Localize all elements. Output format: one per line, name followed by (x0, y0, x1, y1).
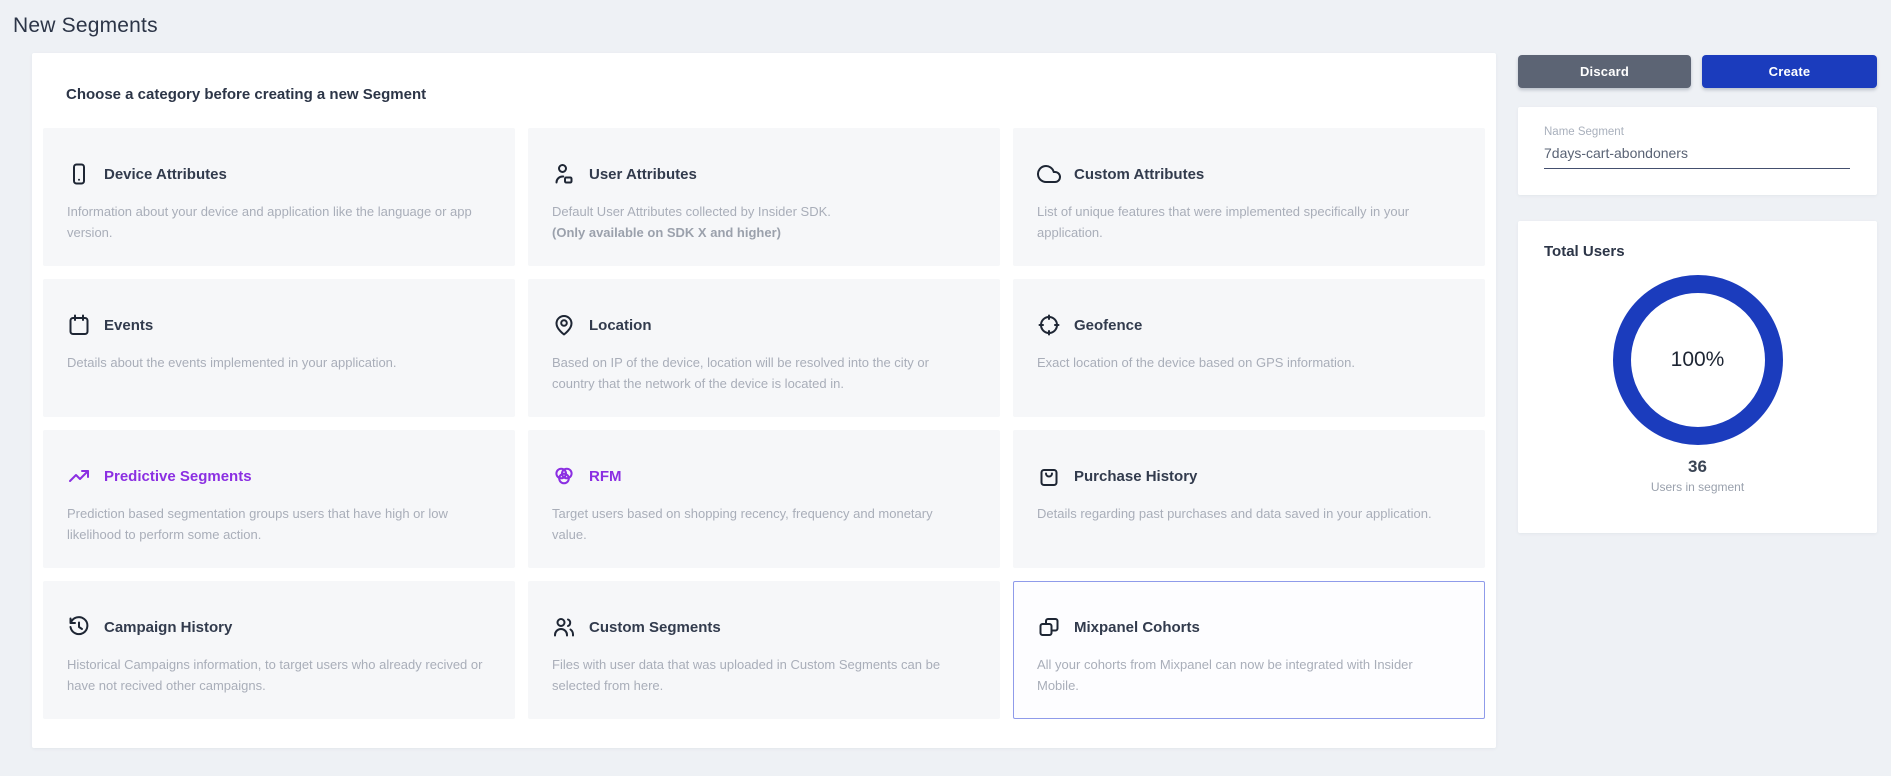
users-count-caption: Users in segment (1518, 480, 1877, 494)
donut-percent-label: 100% (1610, 272, 1786, 448)
category-card-purchase-history[interactable]: Purchase History Details regarding past … (1013, 430, 1485, 568)
category-description: All your cohorts from Mixpanel can now b… (1037, 654, 1472, 696)
category-card-mixpanel-cohorts[interactable]: Mixpanel Cohorts All your cohorts from M… (1013, 581, 1485, 719)
category-description: Target users based on shopping recency, … (552, 503, 987, 545)
venn-diagram-icon (552, 464, 576, 488)
category-title: Custom Segments (589, 619, 721, 636)
page-title: New Segments (13, 14, 158, 38)
mobile-device-icon (67, 162, 91, 186)
category-title: User Attributes (589, 166, 697, 183)
category-title: Purchase History (1074, 468, 1197, 485)
category-card-device-attributes[interactable]: Device Attributes Information about your… (43, 128, 515, 266)
user-badge-icon (552, 162, 576, 186)
category-description: Files with user data that was uploaded i… (552, 654, 987, 696)
history-clock-icon (67, 615, 91, 639)
total-users-card: Total Users 100% 36 Users in segment (1518, 221, 1877, 533)
total-users-title: Total Users (1518, 243, 1877, 260)
transfer-icon (1037, 615, 1061, 639)
category-title: RFM (589, 468, 622, 485)
category-grid: Device Attributes Information about your… (43, 128, 1485, 719)
category-card-rfm[interactable]: RFM Target users based on shopping recen… (528, 430, 1000, 568)
category-title: Mixpanel Cohorts (1074, 619, 1200, 636)
crosshair-icon (1037, 313, 1061, 337)
category-card-custom-segments[interactable]: Custom Segments Files with user data tha… (528, 581, 1000, 719)
discard-button[interactable]: Discard (1518, 55, 1691, 88)
cloud-icon (1037, 162, 1061, 186)
category-card-geofence[interactable]: Geofence Exact location of the device ba… (1013, 279, 1485, 417)
category-description-note: (Only available on SDK X and higher) (552, 222, 987, 243)
category-title: Geofence (1074, 317, 1142, 334)
shopping-bag-icon (1037, 464, 1061, 488)
category-description: Exact location of the device based on GP… (1037, 352, 1472, 373)
category-description: Prediction based segmentation groups use… (67, 503, 502, 545)
category-card-location[interactable]: Location Based on IP of the device, loca… (528, 279, 1000, 417)
category-description: List of unique features that were implem… (1037, 201, 1472, 243)
category-title: Predictive Segments (104, 468, 252, 485)
create-button[interactable]: Create (1702, 55, 1877, 88)
category-card-custom-attributes[interactable]: Custom Attributes List of unique feature… (1013, 128, 1485, 266)
category-title: Device Attributes (104, 166, 227, 183)
total-users-donut-chart: 100% (1610, 272, 1786, 448)
category-title: Events (104, 317, 153, 334)
category-description: Details about the events implemented in … (67, 352, 502, 373)
category-card-events[interactable]: Events Details about the events implemen… (43, 279, 515, 417)
name-segment-card: Name Segment (1518, 107, 1877, 195)
action-buttons: Discard Create (1518, 55, 1877, 88)
name-segment-input[interactable] (1544, 145, 1850, 169)
category-title: Location (589, 317, 652, 334)
trending-up-icon (67, 464, 91, 488)
category-title: Custom Attributes (1074, 166, 1204, 183)
category-panel: Choose a category before creating a new … (32, 53, 1496, 748)
category-description: Default User Attributes collected by Ins… (552, 201, 987, 222)
users-icon (552, 615, 576, 639)
category-card-predictive-segments[interactable]: Predictive Segments Prediction based seg… (43, 430, 515, 568)
category-card-user-attributes[interactable]: User Attributes Default User Attributes … (528, 128, 1000, 266)
users-count: 36 (1518, 457, 1877, 477)
map-pin-icon (552, 313, 576, 337)
panel-subtitle: Choose a category before creating a new … (32, 53, 1496, 104)
category-description: Historical Campaigns information, to tar… (67, 654, 502, 696)
category-title: Campaign History (104, 619, 232, 636)
category-card-campaign-history[interactable]: Campaign History Historical Campaigns in… (43, 581, 515, 719)
category-description: Details regarding past purchases and dat… (1037, 503, 1472, 524)
calendar-icon (67, 313, 91, 337)
category-description: Information about your device and applic… (67, 201, 502, 243)
name-segment-label: Name Segment (1544, 126, 1877, 138)
side-panel: Discard Create Name Segment Total Users … (1518, 55, 1877, 533)
category-description: Based on IP of the device, location will… (552, 352, 987, 394)
